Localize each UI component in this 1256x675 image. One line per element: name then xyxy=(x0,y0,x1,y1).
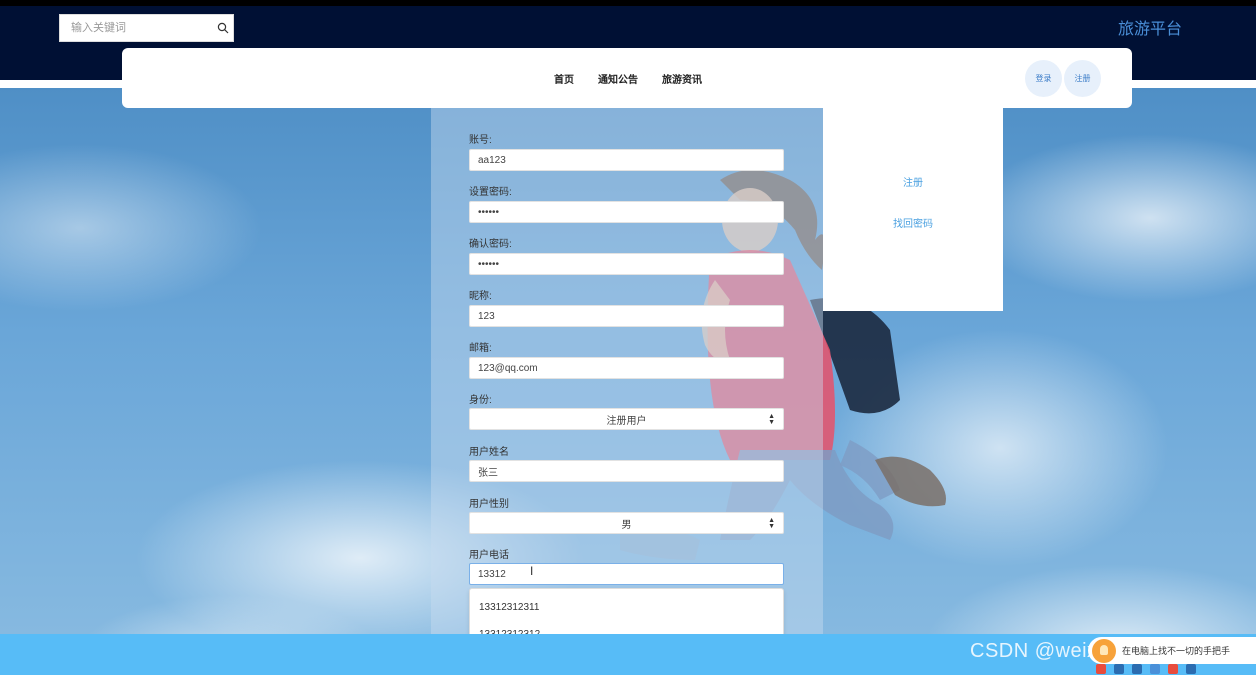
gender-select-value: 男 xyxy=(621,519,632,531)
nickname-input[interactable]: 123 xyxy=(469,305,784,327)
lightbulb-icon xyxy=(1092,638,1116,663)
name-label: 用户姓名 xyxy=(469,447,509,458)
ime-toast: 在电脑上找不一切的手把手 xyxy=(1088,637,1256,664)
nav-item-news[interactable]: 旅游资讯 xyxy=(662,71,702,86)
text-cursor-icon: I xyxy=(530,564,534,578)
gender-label: 用户性别 xyxy=(469,499,509,510)
password-input[interactable]: •••••• xyxy=(469,201,784,223)
autocomplete-option[interactable]: 13312312311 xyxy=(470,594,783,621)
email-label: 邮箱: xyxy=(469,343,492,354)
toast-text: 在电脑上找不一切的手把手 xyxy=(1122,646,1231,656)
side-panel: 注册 找回密码 xyxy=(823,108,1003,311)
login-button[interactable]: 登录 xyxy=(1025,60,1062,97)
account-label: 账号: xyxy=(469,135,492,146)
email-input[interactable]: 123@qq.com xyxy=(469,357,784,379)
role-label: 身份: xyxy=(469,395,492,406)
select-arrows-icon: ▲ ▼ xyxy=(768,413,775,426)
nav-item-home[interactable]: 首页 xyxy=(554,71,574,86)
gender-select[interactable]: 男 ▲ ▼ xyxy=(469,512,784,534)
nav-card: 首页 通知公告 旅游资讯 登录 注册 xyxy=(122,48,1132,108)
role-select[interactable]: 注册用户 ▲ ▼ xyxy=(469,408,784,430)
nickname-label: 昵称: xyxy=(469,291,492,302)
register-button[interactable]: 注册 xyxy=(1064,60,1101,97)
tray-app-icon[interactable] xyxy=(1168,664,1178,674)
tray-app-icon[interactable] xyxy=(1096,664,1106,674)
tray-app-icon[interactable] xyxy=(1114,664,1124,674)
account-input[interactable]: aa123 xyxy=(469,149,784,171)
confirm-password-label: 确认密码: xyxy=(469,239,512,250)
tray-app-icon[interactable] xyxy=(1186,664,1196,674)
role-select-value: 注册用户 xyxy=(606,415,647,427)
forgot-password-link[interactable]: 找回密码 xyxy=(823,215,1003,230)
name-input[interactable]: 张三 xyxy=(469,460,784,482)
brand-title: 旅游平台 xyxy=(1117,21,1182,38)
tray-app-icon[interactable] xyxy=(1132,664,1142,674)
select-arrows-icon: ▲ ▼ xyxy=(768,517,775,530)
main-nav: 首页 通知公告 旅游资讯 xyxy=(554,48,702,108)
password-label: 设置密码: xyxy=(469,187,512,198)
system-tray xyxy=(1096,664,1196,674)
side-register-link[interactable]: 注册 xyxy=(823,174,1003,189)
search-box xyxy=(59,14,234,42)
search-input[interactable] xyxy=(60,15,213,41)
tray-app-icon[interactable] xyxy=(1150,664,1160,674)
confirm-password-input[interactable]: •••••• xyxy=(469,253,784,275)
nav-item-notices[interactable]: 通知公告 xyxy=(598,71,638,86)
search-icon[interactable] xyxy=(213,15,233,41)
phone-label: 用户电话 xyxy=(469,550,509,561)
phone-input[interactable]: 13312 xyxy=(469,563,784,585)
